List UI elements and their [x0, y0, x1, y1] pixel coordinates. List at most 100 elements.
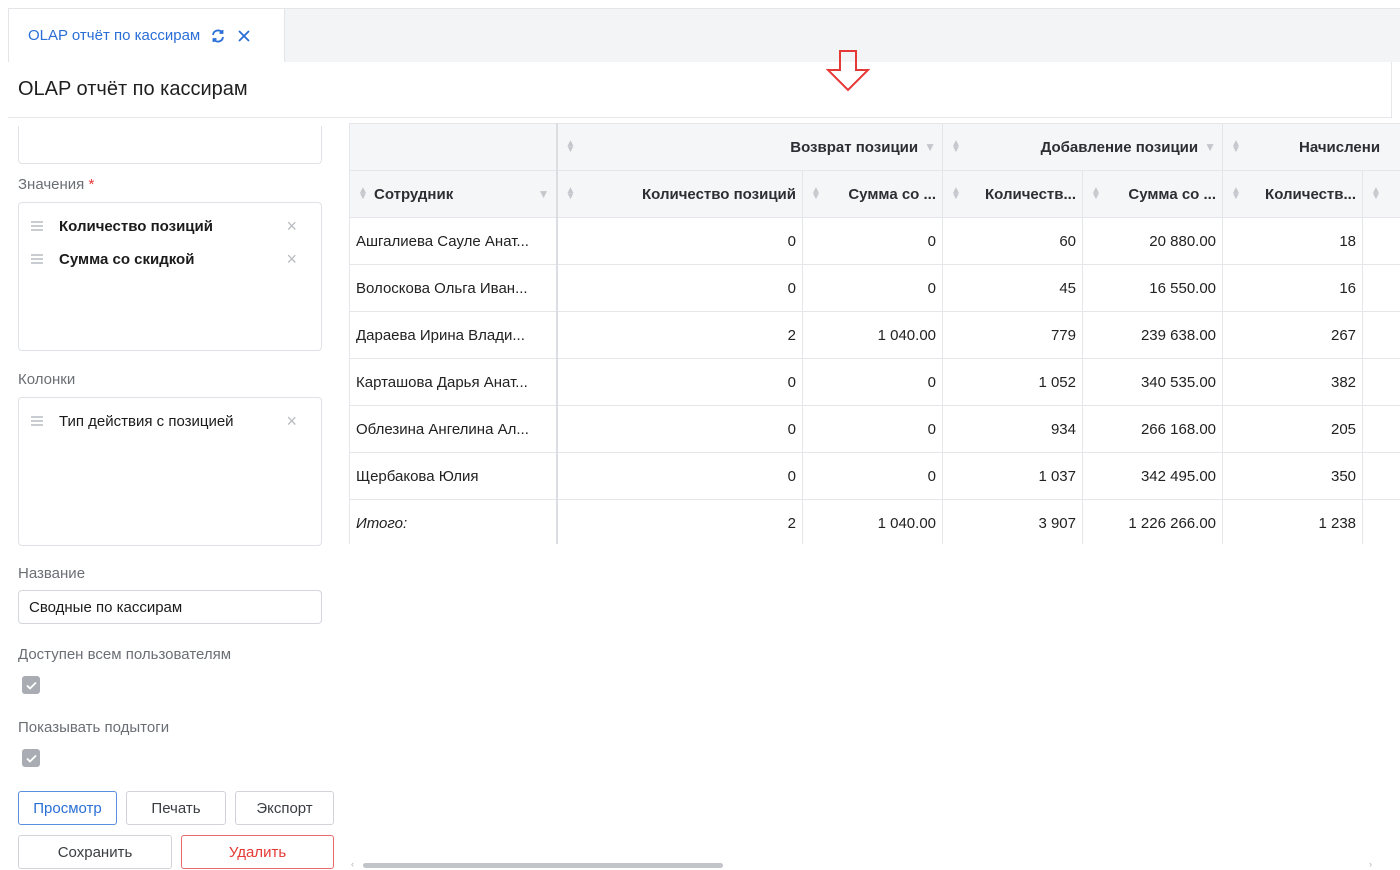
table-cell: [1362, 405, 1400, 453]
sort-icon[interactable]: ▲ ▼: [1231, 139, 1241, 155]
group-header-label: Добавление позиции: [1040, 138, 1199, 156]
close-icon[interactable]: [236, 28, 252, 44]
table-cell: [1362, 452, 1400, 500]
employee-cell: Дараева Ирина Влади...: [349, 311, 558, 359]
group-header[interactable]: ▲ ▼ Начислени: [1222, 123, 1400, 171]
sort-icon[interactable]: ▲ ▼: [1371, 186, 1381, 202]
view-button[interactable]: Просмотр: [18, 791, 117, 825]
name-input[interactable]: Сводные по кассирам: [18, 590, 322, 624]
list-item[interactable]: Сумма со скидкой ×: [19, 247, 321, 271]
employee-cell: Облезина Ангелина Ал...: [349, 405, 558, 453]
group-header[interactable]: ▲ ▼ Возврат позиции ▼: [556, 123, 943, 171]
row-header[interactable]: ▲ ▼ Сотрудник ▼: [349, 170, 558, 218]
table-cell: 382: [1222, 358, 1364, 406]
column-header[interactable]: ▲ ▼ Количество позиций: [556, 170, 803, 218]
drag-handle-icon[interactable]: [31, 416, 43, 426]
columns-label: Колонки: [18, 371, 76, 388]
group-header[interactable]: ▲ ▼ Добавление позиции ▼: [941, 123, 1224, 171]
check-icon: [25, 754, 37, 763]
value-field-name: Сумма со скидкой: [59, 250, 195, 268]
employee-cell: Щербакова Юлия: [349, 452, 558, 500]
table-cell: [1362, 311, 1400, 359]
page-title: OLAP отчёт по кассирам: [8, 62, 1392, 118]
scrollbar-thumb[interactable]: [363, 863, 723, 868]
column-header-label: Сумма со ...: [848, 185, 936, 203]
column-header-label: Количеств...: [1265, 185, 1357, 203]
save-button[interactable]: Сохранить: [18, 835, 172, 869]
table-cell: 1 040.00: [802, 311, 943, 359]
remove-icon[interactable]: ×: [286, 217, 297, 235]
values-label: Значения *: [18, 176, 95, 193]
list-item[interactable]: Тип действия с позицией ×: [19, 409, 321, 433]
total-row: Итого: 2 1 040.00 3 907 1 226 266.00 1 2…: [349, 499, 1400, 544]
print-button[interactable]: Печать: [126, 791, 226, 825]
table-row[interactable]: Ашгалиева Сауле Анат... 0 0 60 20 880.00…: [349, 217, 1400, 265]
table-cell: 0: [802, 358, 943, 406]
scroll-right-icon[interactable]: ›: [1369, 859, 1372, 869]
tab-label: OLAP отчёт по кассирам: [28, 27, 201, 44]
column-header-label: Количество позиций: [642, 185, 796, 203]
column-header[interactable]: ▲ ▼ Сумма со ...: [1081, 170, 1224, 218]
sort-icon[interactable]: ▲ ▼: [1091, 186, 1101, 202]
horizontal-scrollbar[interactable]: ‹ ›: [349, 858, 1400, 870]
table-cell: 0: [802, 405, 943, 453]
sort-icon[interactable]: ▲ ▼: [358, 186, 368, 202]
value-field-name: Количество позиций: [59, 217, 213, 235]
column-header-label: Сумма со ...: [1128, 185, 1217, 203]
table-cell: 266 168.00: [1081, 405, 1224, 453]
table-row[interactable]: Щербакова Юлия 0 0 1 037 342 495.00 350: [349, 452, 1400, 500]
table-cell: [1362, 264, 1400, 312]
table-cell: 340 535.00: [1081, 358, 1224, 406]
name-label: Название: [18, 565, 86, 582]
table-cell: 934: [942, 405, 1083, 453]
scroll-left-icon[interactable]: ‹: [351, 859, 354, 869]
sort-icon[interactable]: ▲ ▼: [1231, 186, 1241, 202]
table-cell: 1 037: [942, 452, 1083, 500]
rows-field-box[interactable]: [18, 126, 322, 164]
drag-handle-icon[interactable]: [31, 221, 43, 231]
column-header[interactable]: ▲ ▼ Количеств...: [942, 170, 1083, 218]
table-cell: 20 880.00: [1081, 217, 1224, 265]
table-cell: 18: [1222, 217, 1364, 265]
table-row[interactable]: Дараева Ирина Влади... 2 1 040.00 779 23…: [349, 311, 1400, 359]
delete-button[interactable]: Удалить: [181, 835, 334, 869]
filter-icon[interactable]: ▼: [1204, 140, 1216, 154]
column-header[interactable]: ▲ ▼: [1362, 170, 1400, 218]
corner-header: [349, 123, 558, 171]
table-cell: 45: [942, 264, 1083, 312]
remove-icon[interactable]: ×: [286, 250, 297, 268]
sort-icon[interactable]: ▲ ▼: [951, 139, 961, 155]
subtotals-label: Показывать подытоги: [18, 719, 170, 736]
filter-icon[interactable]: ▼: [538, 187, 550, 201]
total-cell: 1 238: [1222, 499, 1364, 544]
subtotals-checkbox[interactable]: [22, 749, 40, 767]
refresh-icon[interactable]: [210, 28, 226, 44]
table-cell: 1 052: [942, 358, 1083, 406]
sort-icon[interactable]: ▲ ▼: [566, 186, 576, 202]
table-row[interactable]: Облезина Ангелина Ал... 0 0 934 266 168.…: [349, 405, 1400, 453]
settings-panel: Значения * Количество позиций × Сумма со…: [8, 118, 338, 870]
employee-cell: Карташова Дарья Анат...: [349, 358, 558, 406]
drag-handle-icon[interactable]: [31, 254, 43, 264]
sort-icon[interactable]: ▲ ▼: [566, 139, 576, 155]
columns-box[interactable]: Тип действия с позицией ×: [18, 397, 322, 546]
remove-icon[interactable]: ×: [286, 412, 297, 430]
table-cell: 239 638.00: [1081, 311, 1224, 359]
employee-cell: Ашгалиева Сауле Анат...: [349, 217, 558, 265]
table-row[interactable]: Волоскова Ольга Иван... 0 0 45 16 550.00…: [349, 264, 1400, 312]
values-box[interactable]: Количество позиций × Сумма со скидкой ×: [18, 202, 322, 351]
table-row[interactable]: Карташова Дарья Анат... 0 0 1 052 340 53…: [349, 358, 1400, 406]
table-cell: 16: [1222, 264, 1364, 312]
shared-checkbox[interactable]: [22, 676, 40, 694]
list-item[interactable]: Количество позиций ×: [19, 214, 321, 238]
table-cell: 0: [802, 264, 943, 312]
table-cell: [1362, 217, 1400, 265]
tab-bar: OLAP отчёт по кассирам: [8, 8, 1400, 62]
column-header[interactable]: ▲ ▼ Количеств...: [1222, 170, 1364, 218]
tab-olap-report[interactable]: OLAP отчёт по кассирам: [9, 9, 285, 62]
sort-icon[interactable]: ▲ ▼: [951, 186, 961, 202]
filter-icon[interactable]: ▼: [924, 140, 936, 154]
export-button[interactable]: Экспорт: [235, 791, 334, 825]
column-header[interactable]: ▲ ▼ Сумма со ...: [802, 170, 943, 218]
sort-icon[interactable]: ▲ ▼: [811, 186, 821, 202]
